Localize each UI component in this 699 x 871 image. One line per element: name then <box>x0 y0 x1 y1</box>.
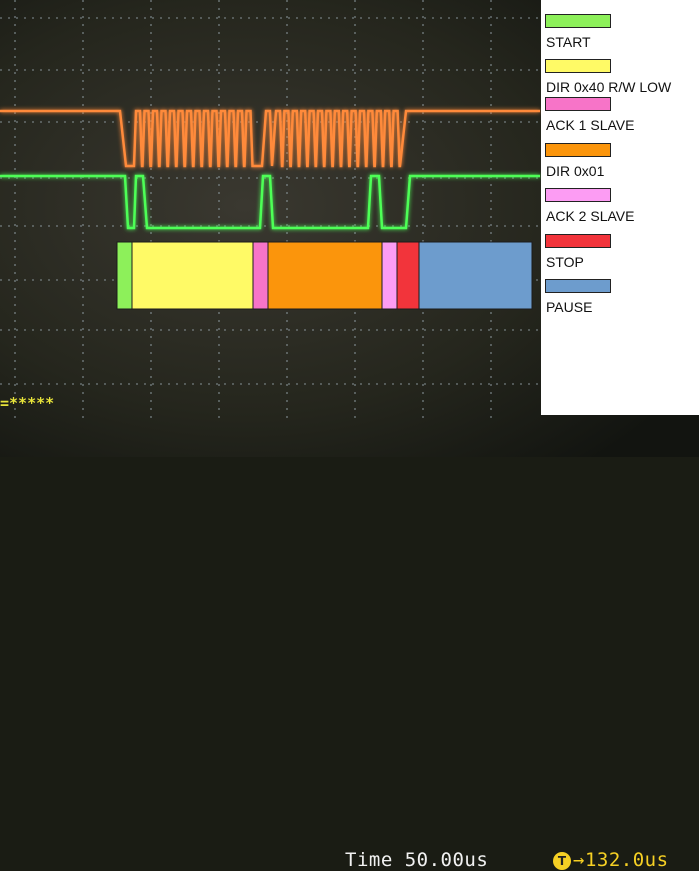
trigger-position: →132.0us <box>573 849 669 871</box>
segment-block-ack-2-slave <box>381 241 398 310</box>
legend-label-dir-0x01: DIR 0x01 <box>546 163 605 179</box>
legend-swatch-ack-2-slave <box>545 188 611 202</box>
decode-segment-bar <box>116 241 533 310</box>
status-bar: Time 50.00us T →132.0us <box>0 422 699 871</box>
segment-block-dir-0x40-r-w-low <box>131 241 254 310</box>
segment-block-dir-0x01 <box>267 241 383 310</box>
legend-label-ack-1-slave: ACK 1 SLAVE <box>546 117 635 133</box>
legend-swatch-dir-0x40-r-w-low <box>545 59 611 73</box>
legend-swatch-pause <box>545 279 611 293</box>
timebase-value: 50.00us <box>404 849 489 871</box>
legend-swatch-ack-1-slave <box>545 97 611 111</box>
bus-marker: =***** <box>0 394 55 412</box>
trigger-value: 132.0us <box>584 849 669 871</box>
legend-label-ack-2-slave: ACK 2 SLAVE <box>546 208 635 224</box>
legend-label-pause: PAUSE <box>546 299 593 315</box>
segment-block-pause <box>418 241 533 310</box>
legend-panel: START DIR 0x40 R/W LOW ACK 1 SLAVE DIR 0x01… <box>541 0 699 415</box>
segment-block-stop <box>396 241 420 310</box>
legend-label-stop: STOP <box>546 254 584 270</box>
segment-block-ack-1-slave <box>252 241 269 310</box>
legend-label-start: START <box>546 34 591 50</box>
segment-block-start <box>116 241 133 310</box>
trigger-icon: T <box>553 852 571 870</box>
legend-label-dir-0x40-r-w-low: DIR 0x40 R/W LOW <box>546 79 672 95</box>
legend-swatch-stop <box>545 234 611 248</box>
legend-swatch-start <box>545 14 611 28</box>
timebase-label: Time <box>345 849 393 871</box>
timebase-readout: Time 50.00us <box>345 849 488 871</box>
legend-swatch-dir-0x01 <box>545 143 611 157</box>
